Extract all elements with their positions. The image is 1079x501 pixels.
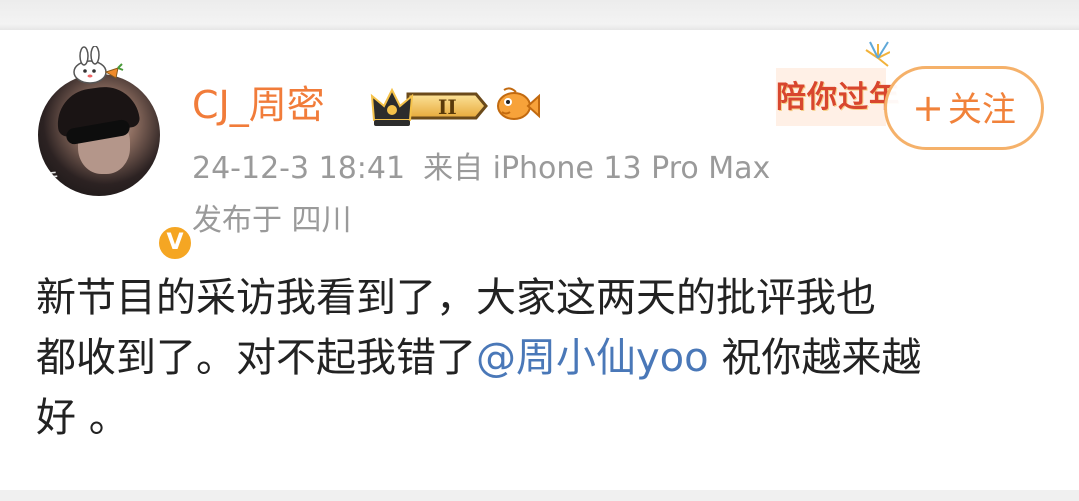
promo-text: 陪你过年 [776, 80, 900, 115]
username[interactable]: CJ_周密 [192, 80, 325, 130]
fish-icon [497, 87, 540, 120]
follow-label: 关注 [947, 90, 1016, 130]
post-text-segment: 祝你越来越 [708, 335, 922, 381]
post-line: 新节目的采访我看到了，大家这两天的批评我也 [36, 275, 876, 321]
verified-icon: V [156, 224, 194, 262]
post-source: 来自 iPhone 13 Pro Max [423, 151, 771, 186]
bunny-icon [73, 46, 124, 84]
mention-link[interactable]: @周小仙yoo [476, 335, 709, 381]
post-line: 都收到了。对不起我错了@周小仙yoo 祝你越来越 [36, 328, 1046, 388]
post-text-segment: 都收到了。对不起我错了 [36, 335, 476, 381]
top-divider [0, 0, 1079, 30]
avatar-photo: 元 [38, 74, 160, 196]
bottom-divider [0, 490, 1079, 501]
post-location: 发布于 四川 [192, 203, 352, 238]
vip-level-text: II [438, 95, 457, 119]
post-time: 24-12-3 18:41 [192, 151, 406, 186]
crown-vip-icon[interactable]: II [368, 84, 488, 128]
post-meta: 24-12-3 18:41 来自 iPhone 13 Pro Max [192, 150, 770, 188]
plus-icon: + [912, 86, 944, 130]
avatar[interactable]: 元 V [38, 74, 194, 262]
follow-button[interactable]: + 关注 [884, 66, 1044, 150]
post-line: 好 。 [36, 395, 129, 441]
post-text: 新节目的采访我看到了，大家这两天的批评我也 都收到了。对不起我错了@周小仙yoo… [36, 268, 1046, 448]
